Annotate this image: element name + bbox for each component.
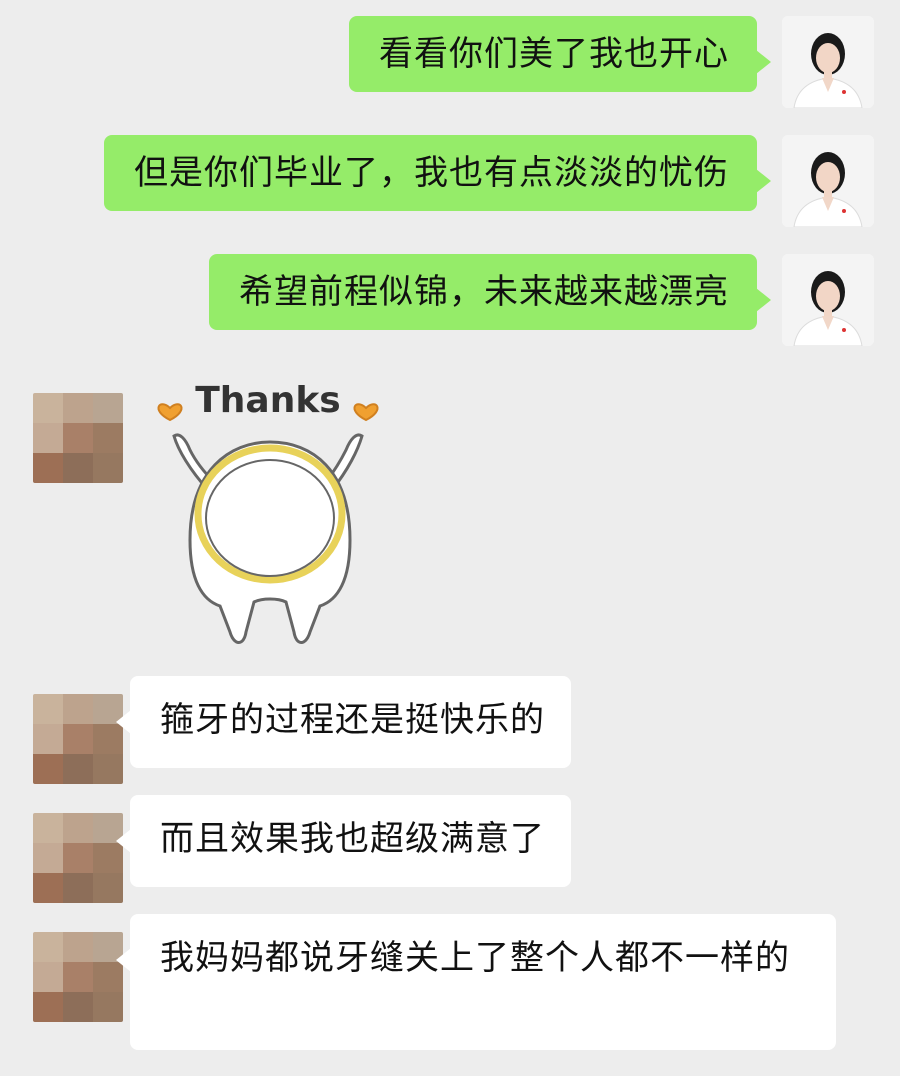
chat-bubble-other[interactable]: 箍牙的过程还是挺快乐的 xyxy=(116,676,571,768)
chat-bubble-other[interactable]: 而且效果我也超级满意了 xyxy=(116,795,571,887)
heart-icon xyxy=(353,403,379,422)
thanks-tooth-sticker-icon: Thanks xyxy=(157,380,379,644)
pixelated-avatar[interactable] xyxy=(33,694,123,784)
pixelated-avatar[interactable] xyxy=(33,393,123,483)
chat-bubble-self[interactable]: 希望前程似锦，未来越来越漂亮 xyxy=(209,254,771,330)
sticker-text: Thanks xyxy=(195,380,340,421)
pixelated-avatar[interactable] xyxy=(33,932,123,1022)
thanks-sticker[interactable]: Thanks xyxy=(150,370,390,660)
pixelated-avatar[interactable] xyxy=(33,813,123,903)
chat-bubble-self[interactable]: 看看你们美了我也开心 xyxy=(349,16,771,92)
chat-bubble-other[interactable]: 我妈妈都说牙缝关上了整个人都不一样的 xyxy=(116,914,836,1050)
doctor-avatar[interactable] xyxy=(782,254,874,346)
doctor-avatar[interactable] xyxy=(782,16,874,108)
heart-icon xyxy=(157,403,183,422)
doctor-avatar[interactable] xyxy=(782,135,874,227)
chat-bubble-self[interactable]: 但是你们毕业了，我也有点淡淡的忧伤 xyxy=(104,135,771,211)
chat-window: 看看你们美了我也开心 但是你们毕业了，我也有点淡淡的忧伤 希望前程似锦，未来越来… xyxy=(0,0,900,1076)
